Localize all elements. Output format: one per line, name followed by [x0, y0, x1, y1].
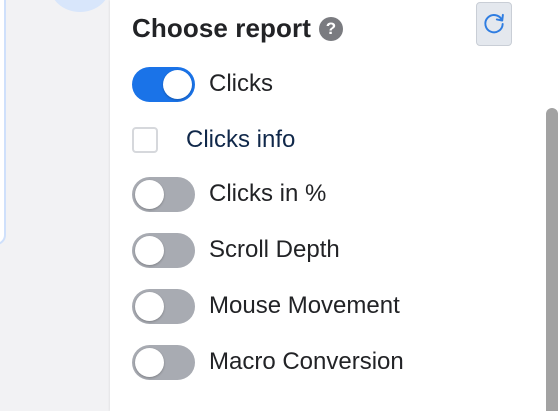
mouse-movement-toggle[interactable] — [132, 288, 195, 324]
background-card-decoration — [50, 0, 110, 12]
panel-header: Choose report ? — [132, 10, 343, 46]
report-label: Clicks in % — [209, 180, 327, 207]
background-card — [0, 0, 6, 245]
report-row-macro-conversion[interactable]: Macro Conversion — [132, 344, 404, 380]
report-row-mouse-movement[interactable]: Mouse Movement — [132, 288, 400, 324]
panel-scrollbar[interactable] — [546, 108, 558, 411]
help-icon[interactable]: ? — [318, 17, 343, 41]
clicks-toggle[interactable] — [132, 66, 195, 102]
report-label: Macro Conversion — [209, 348, 404, 375]
macro-conversion-toggle[interactable] — [132, 344, 195, 380]
clicks-info-checkbox[interactable] — [132, 127, 158, 153]
toggle-knob — [135, 179, 164, 209]
toggle-knob — [135, 291, 164, 321]
scroll-depth-toggle[interactable] — [132, 232, 195, 268]
toggle-knob — [135, 235, 164, 265]
report-row-clicks-info[interactable]: Clicks info — [132, 122, 295, 158]
report-label: Mouse Movement — [209, 292, 400, 319]
choose-report-panel: Choose report ? Clicks Clicks info Click… — [110, 0, 560, 411]
report-label[interactable]: Clicks info — [186, 126, 295, 154]
clicks-percent-toggle[interactable] — [132, 176, 195, 212]
refresh-icon — [484, 13, 504, 34]
report-label: Scroll Depth — [209, 236, 340, 263]
toggle-knob — [163, 69, 192, 99]
report-row-clicks-percent[interactable]: Clicks in % — [132, 176, 326, 212]
toggle-knob — [135, 347, 164, 377]
report-row-scroll-depth[interactable]: Scroll Depth — [132, 232, 340, 268]
report-label: Clicks — [209, 70, 273, 97]
panel-title: Choose report — [132, 12, 311, 43]
refresh-button[interactable] — [476, 2, 512, 46]
report-row-clicks[interactable]: Clicks — [132, 66, 273, 102]
page-backdrop: Choose report ? Clicks Clicks info Click… — [0, 0, 560, 411]
